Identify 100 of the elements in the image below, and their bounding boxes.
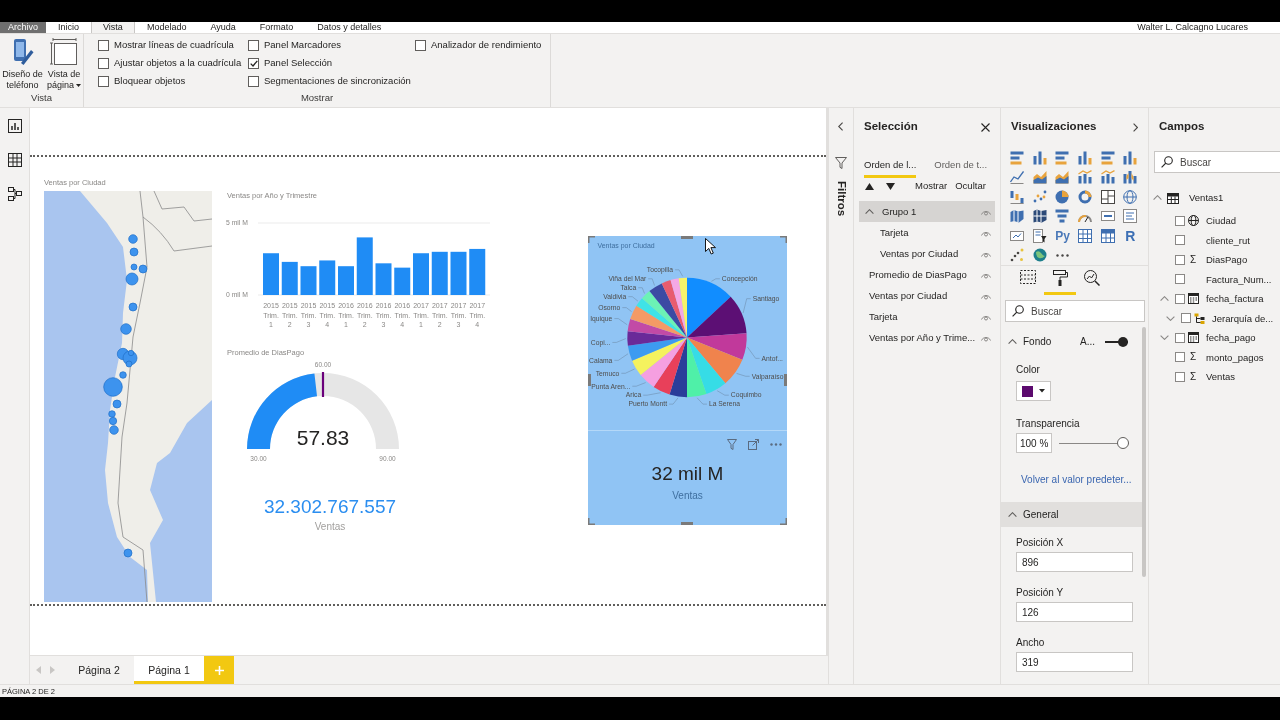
area-chart-icon[interactable]: [1055, 170, 1070, 185]
checkbox[interactable]: [98, 75, 109, 87]
layer-item[interactable]: Grupo 1: [859, 201, 995, 222]
slider-thumb[interactable]: [1117, 437, 1129, 449]
waterfall-chart-icon[interactable]: [1010, 189, 1025, 204]
field-name[interactable]: Ventas: [1206, 371, 1236, 383]
close-icon[interactable]: [981, 122, 990, 132]
field-name[interactable]: Factura_Num...: [1206, 273, 1272, 285]
line-chart-icon[interactable]: [1010, 170, 1025, 185]
text-field[interactable]: 100 %: [1016, 433, 1052, 453]
column-chart-icon[interactable]: [1123, 150, 1138, 165]
more-options-icon[interactable]: [770, 442, 782, 446]
section-header[interactable]: Fondo A...: [1001, 332, 1142, 352]
caret-icon[interactable]: [1008, 339, 1017, 345]
ribbon-tab[interactable]: Vista: [91, 22, 135, 33]
ribbon-tab[interactable]: Formato: [247, 22, 306, 33]
caret-icon[interactable]: [1153, 195, 1162, 201]
checkbox[interactable]: [1175, 352, 1185, 363]
kpi-icon[interactable]: [1010, 228, 1025, 243]
field-name[interactable]: Ciudad: [1206, 215, 1237, 227]
column-chart-icon[interactable]: [1032, 150, 1047, 165]
caret-icon[interactable]: [1159, 335, 1169, 341]
ribbon-button[interactable]: Vista de página: [45, 34, 83, 91]
move-up-icon[interactable]: [865, 182, 874, 190]
checkbox[interactable]: [98, 39, 109, 51]
checkbox[interactable]: [1175, 274, 1185, 285]
resize-handle[interactable]: [784, 374, 787, 386]
pane-action-button[interactable]: Ocultar: [955, 180, 986, 192]
resize-handle[interactable]: [681, 522, 693, 525]
scatter-chart-icon[interactable]: [1010, 248, 1025, 263]
text-field[interactable]: 896: [1016, 552, 1133, 572]
checkbox[interactable]: [1175, 254, 1185, 265]
funnel-icon[interactable]: [1055, 209, 1070, 224]
caret-icon[interactable]: [1008, 511, 1017, 518]
pie-chart-icon[interactable]: [1055, 189, 1070, 204]
chevron-right-icon[interactable]: [1132, 122, 1138, 132]
ribbon-tab[interactable]: Datos y detalles: [305, 22, 394, 33]
checkbox[interactable]: [415, 39, 426, 51]
caret-icon[interactable]: [1165, 315, 1175, 321]
table-name[interactable]: Ventas1: [1189, 192, 1224, 204]
checkbox[interactable]: [1175, 215, 1185, 226]
checkbox[interactable]: [1181, 313, 1191, 324]
resize-handle[interactable]: [588, 236, 595, 243]
filter-icon[interactable]: [727, 438, 737, 450]
layer-item[interactable]: Ventas por Año y Trime...: [859, 327, 995, 348]
field-name[interactable]: Jerarquía de...: [1212, 312, 1274, 324]
globe-icon[interactable]: [1123, 189, 1138, 204]
resize-handle[interactable]: [588, 518, 595, 525]
field-name[interactable]: fecha_pago: [1206, 332, 1256, 344]
checkbox[interactable]: [1175, 332, 1185, 343]
search-field[interactable]: Buscar: [1154, 151, 1280, 173]
layer-item[interactable]: Ventas por Ciudad: [859, 243, 995, 264]
field-name[interactable]: fecha_factura: [1206, 293, 1264, 305]
combo-chart-icon[interactable]: [1078, 170, 1093, 185]
table-icon[interactable]: [7, 153, 22, 167]
text-field[interactable]: 319: [1016, 652, 1133, 672]
list-card-icon[interactable]: [1123, 209, 1138, 224]
ribbon-button[interactable]: Diseño de teléfono: [0, 34, 45, 91]
checkbox-label[interactable]: Ajustar objetos a la cuadrícula: [114, 57, 242, 69]
layer-item[interactable]: Promedio de DiasPago: [859, 264, 995, 285]
layer-item[interactable]: Tarjeta: [859, 222, 995, 243]
move-down-icon[interactable]: [886, 182, 895, 190]
color-dropdown[interactable]: [1016, 381, 1051, 401]
pane-tab[interactable]: Orden de t...: [934, 146, 988, 178]
page-tab[interactable]: Página 2: [64, 656, 134, 684]
map-icon[interactable]: [1010, 209, 1025, 224]
resize-handle[interactable]: [780, 518, 787, 525]
caret-icon[interactable]: [1159, 296, 1169, 302]
map-icon[interactable]: [1032, 209, 1047, 224]
pane-action-button[interactable]: Mostrar: [915, 180, 948, 192]
focus-mode-icon[interactable]: [748, 438, 759, 450]
checkbox[interactable]: [248, 57, 259, 69]
script-visual-button[interactable]: Py: [1055, 228, 1070, 243]
chevron-left-icon[interactable]: [838, 122, 844, 131]
scrollbar[interactable]: [1142, 327, 1146, 577]
combo-chart-icon[interactable]: [1100, 170, 1115, 185]
script-visual-button[interactable]: R: [1125, 228, 1136, 243]
column-chart-icon[interactable]: [1078, 150, 1093, 165]
resize-handle[interactable]: [780, 236, 787, 243]
checkbox[interactable]: [248, 39, 259, 51]
slicer-icon[interactable]: [1032, 228, 1047, 243]
ribbon-chart-icon[interactable]: [1123, 170, 1138, 185]
checkbox[interactable]: [1175, 235, 1185, 246]
field-name[interactable]: monto_pagos: [1206, 351, 1264, 363]
field-name[interactable]: DiasPago: [1206, 254, 1248, 266]
pane-title[interactable]: Filtros: [834, 181, 848, 217]
text-field[interactable]: 126: [1016, 602, 1133, 622]
field-name[interactable]: cliente_rut: [1206, 234, 1250, 246]
section-header[interactable]: General: [1001, 502, 1142, 527]
checkbox[interactable]: [1175, 371, 1185, 382]
ribbon-tab[interactable]: Inicio: [46, 22, 92, 33]
ribbon-tab[interactable]: Modelado: [134, 22, 199, 33]
checkbox-label[interactable]: Mostrar líneas de cuadrícula: [114, 39, 234, 51]
page-tab[interactable]: Página 1: [134, 656, 204, 684]
treemap-icon[interactable]: [1100, 189, 1115, 204]
ribbon-tab[interactable]: Archivo: [0, 22, 46, 33]
ribbon-tab[interactable]: Ayuda: [198, 22, 248, 33]
area-chart-icon[interactable]: [1032, 170, 1047, 185]
more-icon[interactable]: [1056, 253, 1069, 257]
checkbox[interactable]: [1175, 293, 1185, 304]
